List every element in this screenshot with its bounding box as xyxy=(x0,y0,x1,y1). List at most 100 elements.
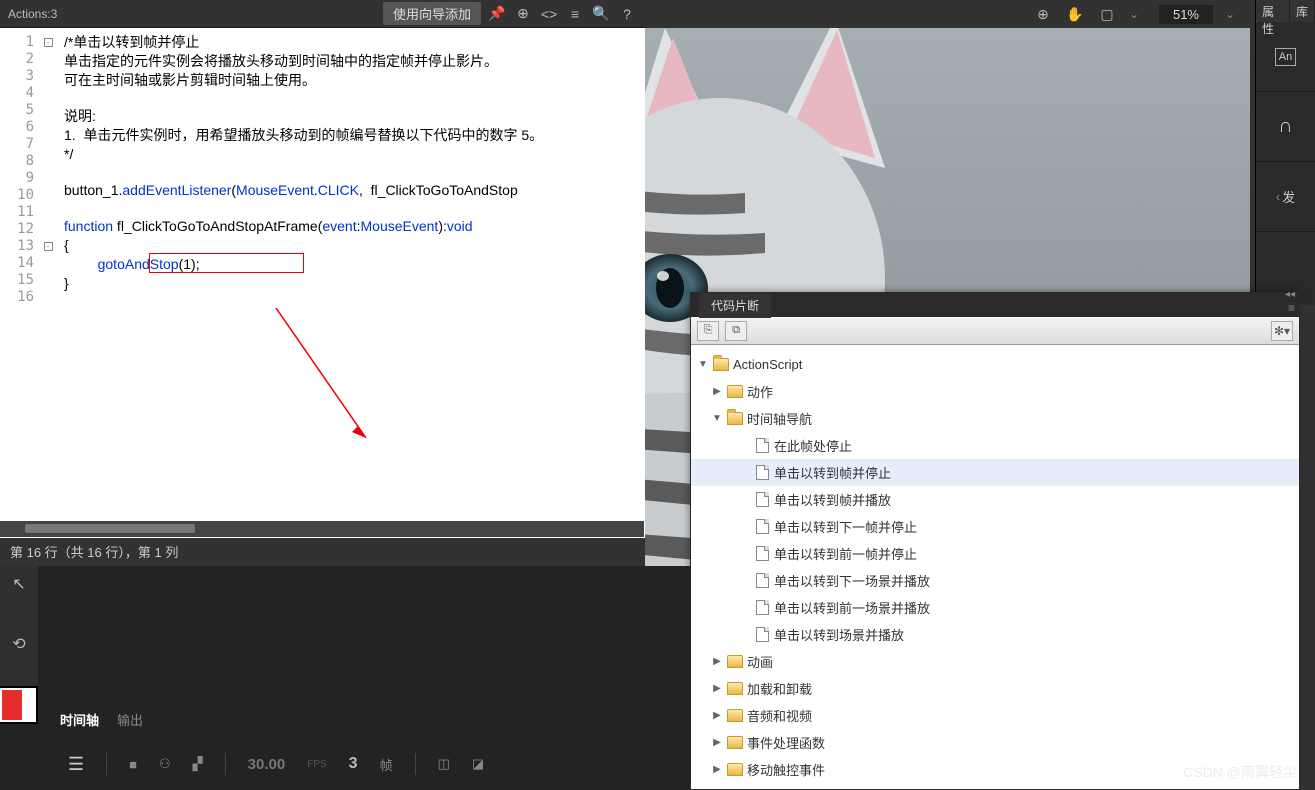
timeline-ruler[interactable] xyxy=(170,684,670,698)
tree-folder-load[interactable]: ▶加载和卸载 xyxy=(691,675,1299,702)
tree-file[interactable]: 单击以转到下一场景并播放 xyxy=(691,567,1299,594)
folder-icon xyxy=(727,412,743,425)
help-icon[interactable]: ? xyxy=(617,4,637,24)
tree-file[interactable]: 单击以转到帧并停止 xyxy=(691,459,1299,486)
editor-h-scrollbar[interactable] xyxy=(0,521,644,537)
layers-icon[interactable]: ☰ xyxy=(68,754,84,775)
camera-icon[interactable]: ■ xyxy=(129,757,137,772)
tree-folder-events[interactable]: ▶事件处理函数 xyxy=(691,729,1299,756)
tree-file[interactable]: 单击以转到帧并播放 xyxy=(691,486,1299,513)
right-tabs: 属性 库 xyxy=(1256,0,1315,22)
magnet-tool[interactable]: ∩ xyxy=(1256,92,1315,162)
folder-icon xyxy=(727,736,743,749)
tree-folder-root[interactable]: ▼ActionScript xyxy=(691,351,1299,378)
folder-icon xyxy=(727,385,743,398)
file-icon xyxy=(756,438,769,453)
chevron-down-icon[interactable]: ⌄ xyxy=(1129,7,1147,21)
zoom-input[interactable]: 51% xyxy=(1159,5,1213,24)
tab-library[interactable]: 库 xyxy=(1290,0,1315,22)
code-line: /*单击以转到帧并停止 xyxy=(64,34,199,50)
snapshot-icon[interactable]: ◪ xyxy=(472,756,484,772)
tree-folder-animation[interactable]: ▶动画 xyxy=(691,648,1299,675)
center-icon[interactable]: ⊕ xyxy=(1033,4,1053,24)
snippets-tree[interactable]: ▼ActionScript ▶动作 ▼时间轴导航 在此帧处停止 单击以转到帧并停… xyxy=(691,345,1299,785)
frame-label: 帧 xyxy=(380,755,393,774)
code-line: 可在主时间轴或影片剪辑时间轴上使用。 xyxy=(64,72,316,88)
lasso-tool-icon[interactable]: ⟲ xyxy=(12,634,25,654)
fold-box-icon[interactable]: - xyxy=(44,38,53,47)
arrow-annotation xyxy=(186,308,386,468)
editor-status-bar: 第 16 行（共 16 行），第 1 列 xyxy=(0,538,645,562)
file-icon xyxy=(756,600,769,615)
code-editor[interactable]: 12345678910111213141516 -- /*单击以转到帧并停止 单… xyxy=(0,28,645,538)
chevron-down-icon[interactable]: ⌄ xyxy=(1225,7,1243,21)
file-icon xyxy=(756,465,769,480)
file-icon xyxy=(756,573,769,588)
tab-properties[interactable]: 属性 xyxy=(1256,0,1290,22)
file-icon xyxy=(756,492,769,507)
code-icon[interactable]: <> xyxy=(539,4,559,24)
snippets-tab[interactable]: 代码片断 xyxy=(699,293,771,318)
tree-folder-actions[interactable]: ▶动作 xyxy=(691,378,1299,405)
publish-button[interactable]: ‹发 xyxy=(1256,162,1315,232)
right-sidebar: 属性 库 An ∩ ‹发 xyxy=(1255,0,1315,305)
tool-column: ↖ ⟲ xyxy=(0,566,38,696)
tab-timeline[interactable]: 时间轴 xyxy=(60,710,99,729)
add-snippet-icon[interactable]: ⎘ xyxy=(697,321,719,341)
wizard-add-button[interactable]: 使用向导添加 xyxy=(383,2,481,25)
arrow-tool-icon[interactable]: ↖ xyxy=(12,574,25,594)
tree-file[interactable]: 单击以转到前一场景并播放 xyxy=(691,594,1299,621)
pin-icon[interactable]: 📌 xyxy=(487,4,507,24)
code-area[interactable]: /*单击以转到帧并停止 单击指定的元件实例会将播放头移动到时间轴中的指定帧并停止… xyxy=(56,28,645,538)
code-line: 1. 单击元件实例时，用希望播放头移动到的帧编号替换以下代码中的数字 5。 xyxy=(64,127,543,143)
snippets-header[interactable]: 代码片断 ◂◂ ≡ xyxy=(691,293,1299,317)
format-icon[interactable]: ≡ xyxy=(565,4,585,24)
an-icon: An xyxy=(1275,48,1296,66)
code-line: */ xyxy=(64,146,73,162)
link-icon[interactable]: ⚇ xyxy=(159,756,171,772)
frame-value[interactable]: 3 xyxy=(349,755,358,773)
fps-value[interactable]: 30.00 xyxy=(248,756,286,773)
tree-file[interactable]: 单击以转到场景并播放 xyxy=(691,621,1299,648)
tree-folder-timeline[interactable]: ▼时间轴导航 xyxy=(691,405,1299,432)
folder-icon xyxy=(727,763,743,776)
file-icon xyxy=(756,627,769,642)
loop-icon[interactable]: ◫ xyxy=(438,756,450,772)
scrollbar-thumb[interactable] xyxy=(25,524,195,533)
fps-label: FPS xyxy=(307,759,326,770)
tree-file[interactable]: 单击以转到下一帧并停止 xyxy=(691,513,1299,540)
code-snippets-panel: 代码片断 ◂◂ ≡ ⎘ ⧉ ✻▾ ▼ActionScript ▶动作 ▼时间轴导… xyxy=(690,292,1300,790)
folder-icon xyxy=(727,709,743,722)
tree-file[interactable]: 单击以转到前一帧并停止 xyxy=(691,540,1299,567)
folder-icon xyxy=(727,655,743,668)
file-icon xyxy=(756,546,769,561)
search-icon[interactable]: 🔍 xyxy=(591,4,611,24)
timeline-panel: ↖ ⟲ 时间轴 输出 ☰ ■ ⚇ ▞ 30.00 FPS 3 帧 ◫ ◪ xyxy=(0,566,690,790)
target-icon[interactable]: ⊕ xyxy=(513,4,533,24)
canvas-toolbar: ⊕ ✋ ▢ ⌄ 51% ⌄ xyxy=(645,0,1255,28)
crop-icon[interactable]: ▢ xyxy=(1097,4,1117,24)
gear-icon[interactable]: ✻▾ xyxy=(1271,321,1293,341)
line-gutter: 12345678910111213141516 xyxy=(0,28,40,538)
folder-icon xyxy=(727,682,743,695)
fold-box-icon[interactable]: - xyxy=(44,242,53,251)
timeline-controls: ☰ ■ ⚇ ▞ 30.00 FPS 3 帧 ◫ ◪ xyxy=(50,744,690,784)
hand-icon[interactable]: ✋ xyxy=(1065,4,1085,24)
copy-snippet-icon[interactable]: ⧉ xyxy=(725,321,747,341)
file-icon xyxy=(756,519,769,534)
timeline-tabs: 时间轴 输出 xyxy=(50,706,143,732)
watermark: CSDN @雨翼轻尘 xyxy=(1183,762,1297,782)
highlight-annotation xyxy=(149,253,304,273)
tab-output[interactable]: 输出 xyxy=(117,710,143,729)
graph-icon[interactable]: ▞ xyxy=(193,756,203,772)
snippets-toolbar: ⎘ ⧉ ✻▾ xyxy=(691,317,1299,345)
code-line: 说明: xyxy=(64,108,96,124)
fold-gutter: -- xyxy=(40,28,56,538)
collapse-icon[interactable]: ◂◂ xyxy=(1285,289,1295,300)
actions-toolbar: Actions:3 使用向导添加 📌 ⊕ <> ≡ 🔍 ? xyxy=(0,0,645,28)
tree-folder-av[interactable]: ▶音频和视频 xyxy=(691,702,1299,729)
tree-file[interactable]: 在此帧处停止 xyxy=(691,432,1299,459)
actions-title: Actions:3 xyxy=(8,7,57,21)
layer-thumbnail[interactable] xyxy=(0,686,38,724)
menu-icon[interactable]: ≡ xyxy=(1288,301,1295,315)
